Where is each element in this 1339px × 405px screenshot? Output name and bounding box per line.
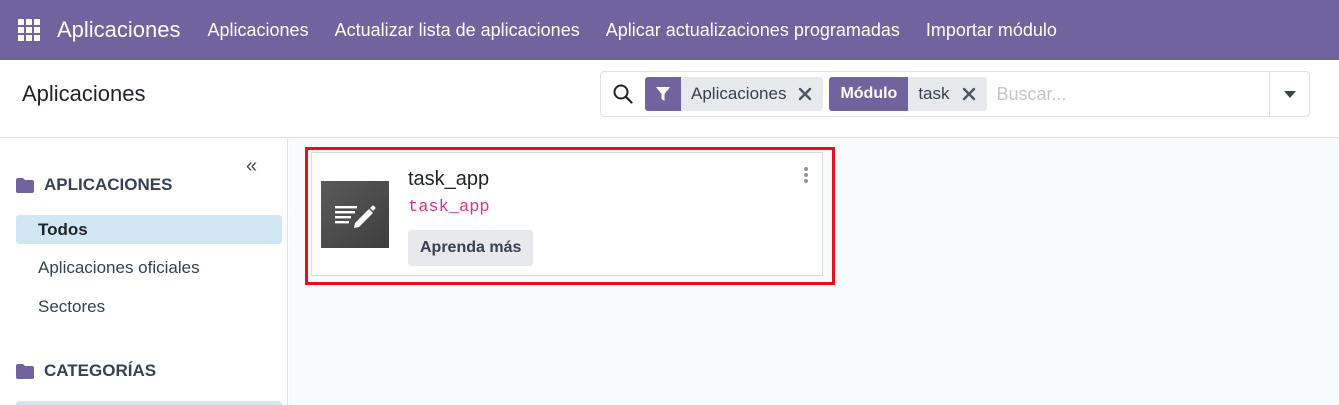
module-card[interactable]: task_app task_app Aprenda más — [311, 152, 823, 276]
control-panel: Aplicaciones Aplicaciones Módulo task — [0, 60, 1339, 138]
side-item-industries[interactable]: Sectores — [16, 292, 282, 321]
module-facet: Módulo task — [829, 77, 987, 111]
search-options-toggle[interactable] — [1269, 71, 1309, 117]
menu-apply-scheduled-upgrades[interactable]: Aplicar actualizaciones programadas — [606, 20, 900, 41]
menu-aplicaciones[interactable]: Aplicaciones — [208, 20, 309, 41]
section-header-categorias: CATEGORÍAS — [16, 361, 156, 381]
side-item-todos[interactable]: Todos — [16, 215, 282, 244]
kebab-menu-icon[interactable] — [800, 166, 812, 184]
collapse-panel-icon[interactable]: « — [246, 156, 257, 176]
top-navbar: Aplicaciones Aplicaciones Actualizar lis… — [0, 0, 1339, 60]
filter-icon — [645, 77, 681, 111]
folder-icon — [16, 363, 34, 379]
search-input[interactable] — [992, 74, 1269, 114]
menu-import-module[interactable]: Importar módulo — [926, 20, 1057, 41]
side-item-official-apps[interactable]: Aplicaciones oficiales — [16, 253, 282, 282]
module-technical-name: task_app — [408, 198, 490, 217]
module-facet-label: Módulo — [829, 77, 909, 111]
module-name: task_app — [408, 168, 490, 190]
filter-facet-value: Aplicaciones — [681, 77, 797, 111]
kanban-view: task_app task_app Aprenda más — [289, 139, 1339, 405]
learn-more-button[interactable]: Aprenda más — [408, 230, 534, 266]
search-box[interactable]: Aplicaciones Módulo task — [600, 71, 1310, 117]
section-title: APLICACIONES — [44, 175, 173, 194]
search-panel: « APLICACIONES Todos Aplicaciones oficia… — [0, 139, 288, 405]
menu-update-app-list[interactable]: Actualizar lista de aplicaciones — [335, 20, 580, 41]
apps-grid-icon[interactable] — [18, 19, 40, 41]
section-title: CATEGORÍAS — [44, 361, 157, 380]
search-icon[interactable] — [601, 72, 645, 116]
module-facet-value: task — [908, 77, 960, 111]
side-item-all-categories[interactable] — [16, 401, 282, 405]
remove-module-facet-icon[interactable] — [959, 77, 987, 111]
section-header-aplicaciones: APLICACIONES — [16, 175, 172, 195]
edit-document-icon — [321, 181, 389, 248]
page-title: Aplicaciones — [22, 81, 146, 106]
remove-filter-facet-icon[interactable] — [796, 77, 824, 111]
caret-down-icon — [1283, 90, 1296, 98]
filter-facet: Aplicaciones — [645, 77, 824, 111]
app-name[interactable]: Aplicaciones — [57, 17, 181, 43]
folder-icon — [16, 177, 34, 193]
